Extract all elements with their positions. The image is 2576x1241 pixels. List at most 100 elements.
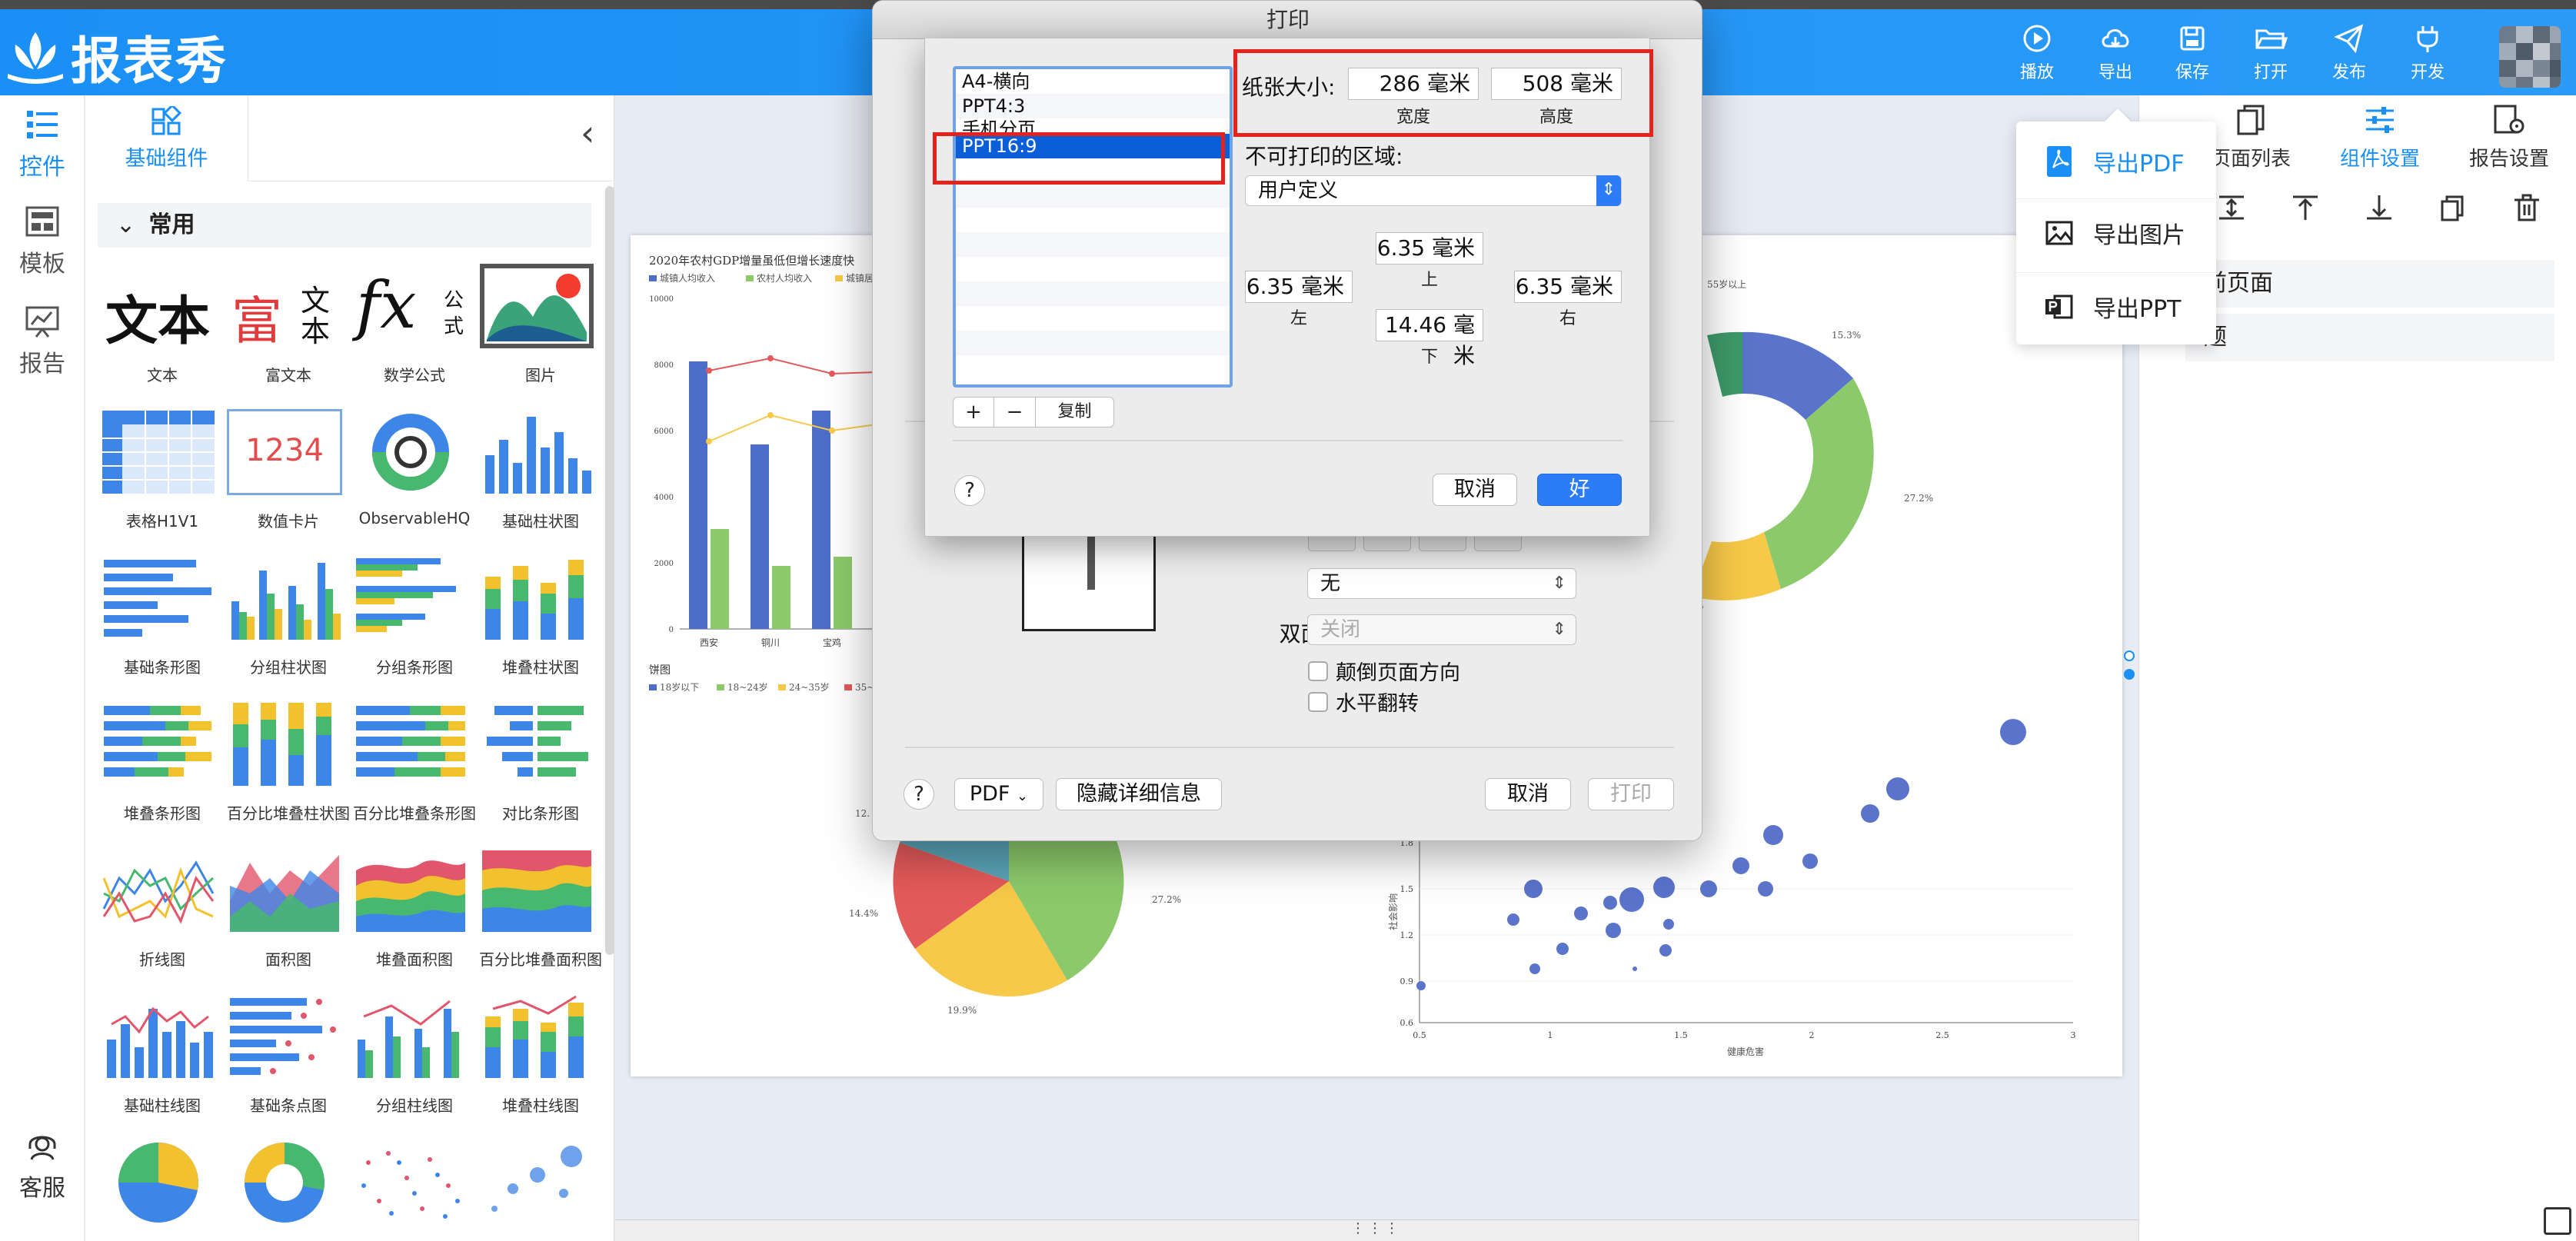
support-button[interactable]: 客服 [0, 1127, 85, 1203]
component-stacked-bar-line[interactable]: 堆叠柱线图 [474, 993, 594, 1140]
current-page-row[interactable]: 前页面 [2185, 260, 2554, 308]
paper-size-list[interactable]: A4-横向 PPT4:3 手机分页 PPT16:9 [953, 66, 1233, 388]
stacked-hbar-thumb [101, 701, 216, 787]
nav-item-widgets[interactable]: 控件 [0, 108, 85, 181]
avatar[interactable] [2499, 26, 2561, 88]
hide-details-button[interactable]: 隐藏详细信息 [1056, 778, 1222, 810]
save-button[interactable]: 保存 [2158, 23, 2227, 83]
margin-bottom-field[interactable]: 14.46 毫米 [1376, 309, 1483, 368]
component-area[interactable]: 面积图 [222, 847, 342, 993]
nonprintable-select[interactable]: 用户定义 ⇕ [1245, 175, 1622, 206]
cancel-button[interactable]: 取消 [1485, 778, 1571, 810]
menu-item-export-ppt[interactable]: 导出PPT [2016, 272, 2216, 340]
nav-item-reports[interactable]: 报告 [0, 304, 85, 378]
section-header-common[interactable]: ⌄ 常用 [98, 203, 591, 248]
select-value: 无 [1320, 572, 1341, 595]
publish-button[interactable]: 发布 [2315, 23, 2384, 83]
margin-left-field[interactable]: 6.35 毫米 [1245, 271, 1353, 303]
component-bar-dot[interactable]: 基础条点图 [222, 993, 342, 1140]
donut-chart-icon [245, 1143, 324, 1223]
component-scatter[interactable] [348, 1140, 468, 1241]
observable-icon [372, 414, 449, 491]
collapse-panel-button[interactable]: ‹ [581, 112, 594, 154]
toolbar-label: 发布 [2331, 63, 2366, 82]
sheet-help-button[interactable]: ? [954, 475, 985, 506]
export-button[interactable]: 导出 [2081, 23, 2150, 83]
report-icon [25, 306, 59, 338]
pdf-menu-button[interactable]: PDF ⌄ [954, 778, 1043, 810]
tab-component-settings[interactable]: 组件设置 [2315, 103, 2445, 171]
component-value-card[interactable]: 1234 数值卡片 [222, 409, 342, 555]
develop-button[interactable]: 开发 [2393, 23, 2462, 83]
component-stacked-area[interactable]: 堆叠面积图 [348, 847, 468, 993]
component-stacked-bar[interactable]: 堆叠柱状图 [474, 555, 594, 701]
title-row[interactable]: 题 [2185, 314, 2554, 361]
app-logo[interactable]: 报表秀 [5, 20, 228, 94]
card-glyph: 1234 [245, 433, 324, 468]
copy-icon[interactable] [2438, 192, 2468, 223]
component-rich-text[interactable]: 富 文 本 富文本 [222, 263, 342, 409]
trash-icon[interactable] [2511, 192, 2542, 223]
grouped-bar-icon [231, 563, 341, 640]
component-percent-stacked-area[interactable]: 百分比堆叠面积图 [474, 847, 602, 993]
margin-right-field[interactable]: 6.35 毫米 [1514, 271, 1622, 303]
menu-item-export-pdf[interactable]: 导出PDF [2016, 128, 2216, 195]
canvas-bottom-resize[interactable]: ⋮⋮⋮ [615, 1219, 2138, 1241]
menu-label: 导出PDF [2093, 151, 2185, 178]
duplex-select[interactable]: 关闭 ⇕ [1307, 614, 1576, 645]
play-button[interactable]: 播放 [2002, 23, 2072, 83]
resize-corner-icon[interactable] [2544, 1207, 2571, 1235]
stacked-bar-thumb [479, 555, 594, 641]
component-percent-stacked-bar[interactable]: 百分比堆叠柱状图 [222, 701, 350, 847]
component-label: 基础柱状图 [502, 512, 579, 531]
component-compare-bar[interactable]: 对比条形图 [474, 701, 594, 847]
component-stacked-hbar[interactable]: 堆叠条形图 [96, 701, 216, 847]
paper-size-item[interactable]: 手机分页 [956, 118, 1230, 134]
component-image[interactable]: 图片 [474, 263, 594, 409]
align-top-icon[interactable] [2290, 192, 2321, 223]
margin-top-field[interactable]: 6.35 毫米 [1376, 232, 1483, 265]
component-bubble[interactable] [474, 1140, 594, 1241]
component-pie[interactable] [96, 1140, 216, 1241]
resize-handle[interactable] [2124, 669, 2135, 680]
print-button[interactable]: 打印 [1588, 778, 1674, 810]
component-grouped-bar-line[interactable]: 分组柱线图 [348, 993, 468, 1140]
component-donut[interactable] [222, 1140, 342, 1241]
align-bottom-icon[interactable] [2364, 192, 2395, 223]
paper-size-item[interactable]: A4-横向 [956, 69, 1230, 94]
panel-scrollbar[interactable] [605, 186, 614, 955]
component-line[interactable]: 折线图 [96, 847, 216, 993]
component-percent-stacked-hbar[interactable]: 百分比堆叠条形图 [348, 701, 476, 847]
open-button[interactable]: 打开 [2236, 23, 2305, 83]
component-bar-line[interactable]: 基础柱线图 [96, 993, 216, 1140]
component-basic-hbar[interactable]: 基础条形图 [96, 555, 216, 701]
flip-horizontal-checkbox[interactable]: 水平翻转 [1308, 687, 1419, 717]
reverse-orientation-checkbox[interactable]: 颠倒页面方向 [1308, 656, 1460, 686]
component-observablehq[interactable]: ObservableHQ [348, 409, 470, 555]
component-label: 对比条形图 [502, 804, 579, 823]
component-text[interactable]: 文本 文本 [96, 263, 216, 409]
align-center-icon[interactable] [2216, 192, 2247, 223]
component-grouped-bar[interactable]: 分组柱状图 [222, 555, 342, 701]
menu-item-export-image[interactable]: 导出图片 [2016, 198, 2216, 266]
component-grouped-hbar[interactable]: 分组条形图 [348, 555, 468, 701]
sheet-ok-button[interactable]: 好 [1537, 474, 1622, 506]
component-table[interactable]: 表格H1V1 [96, 409, 216, 555]
component-label: 堆叠条形图 [124, 804, 201, 823]
tab-basic-components[interactable]: 基础组件 [85, 95, 248, 181]
nav-item-templates[interactable]: 模板 [0, 205, 85, 278]
tab-report-settings[interactable]: 报告设置 [2444, 103, 2574, 171]
resize-handle[interactable] [2124, 650, 2135, 661]
add-button[interactable]: + [953, 397, 994, 428]
scatter-thumb [353, 1140, 468, 1226]
paper-size-item[interactable]: PPT4:3 [956, 94, 1230, 118]
border-select[interactable]: 无 ⇕ [1307, 568, 1576, 599]
copy-button[interactable]: 复制 [1036, 397, 1114, 428]
help-button[interactable]: ? [904, 779, 934, 810]
component-basic-bar[interactable]: 基础柱状图 [474, 409, 594, 555]
sheet-cancel-button[interactable]: 取消 [1433, 474, 1517, 506]
remove-button[interactable]: − [994, 397, 1036, 428]
bubble-chart-icon [491, 1146, 582, 1212]
component-math-formula[interactable]: fx 公 式 数学公式 [348, 263, 468, 409]
send-icon [2334, 24, 2364, 54]
